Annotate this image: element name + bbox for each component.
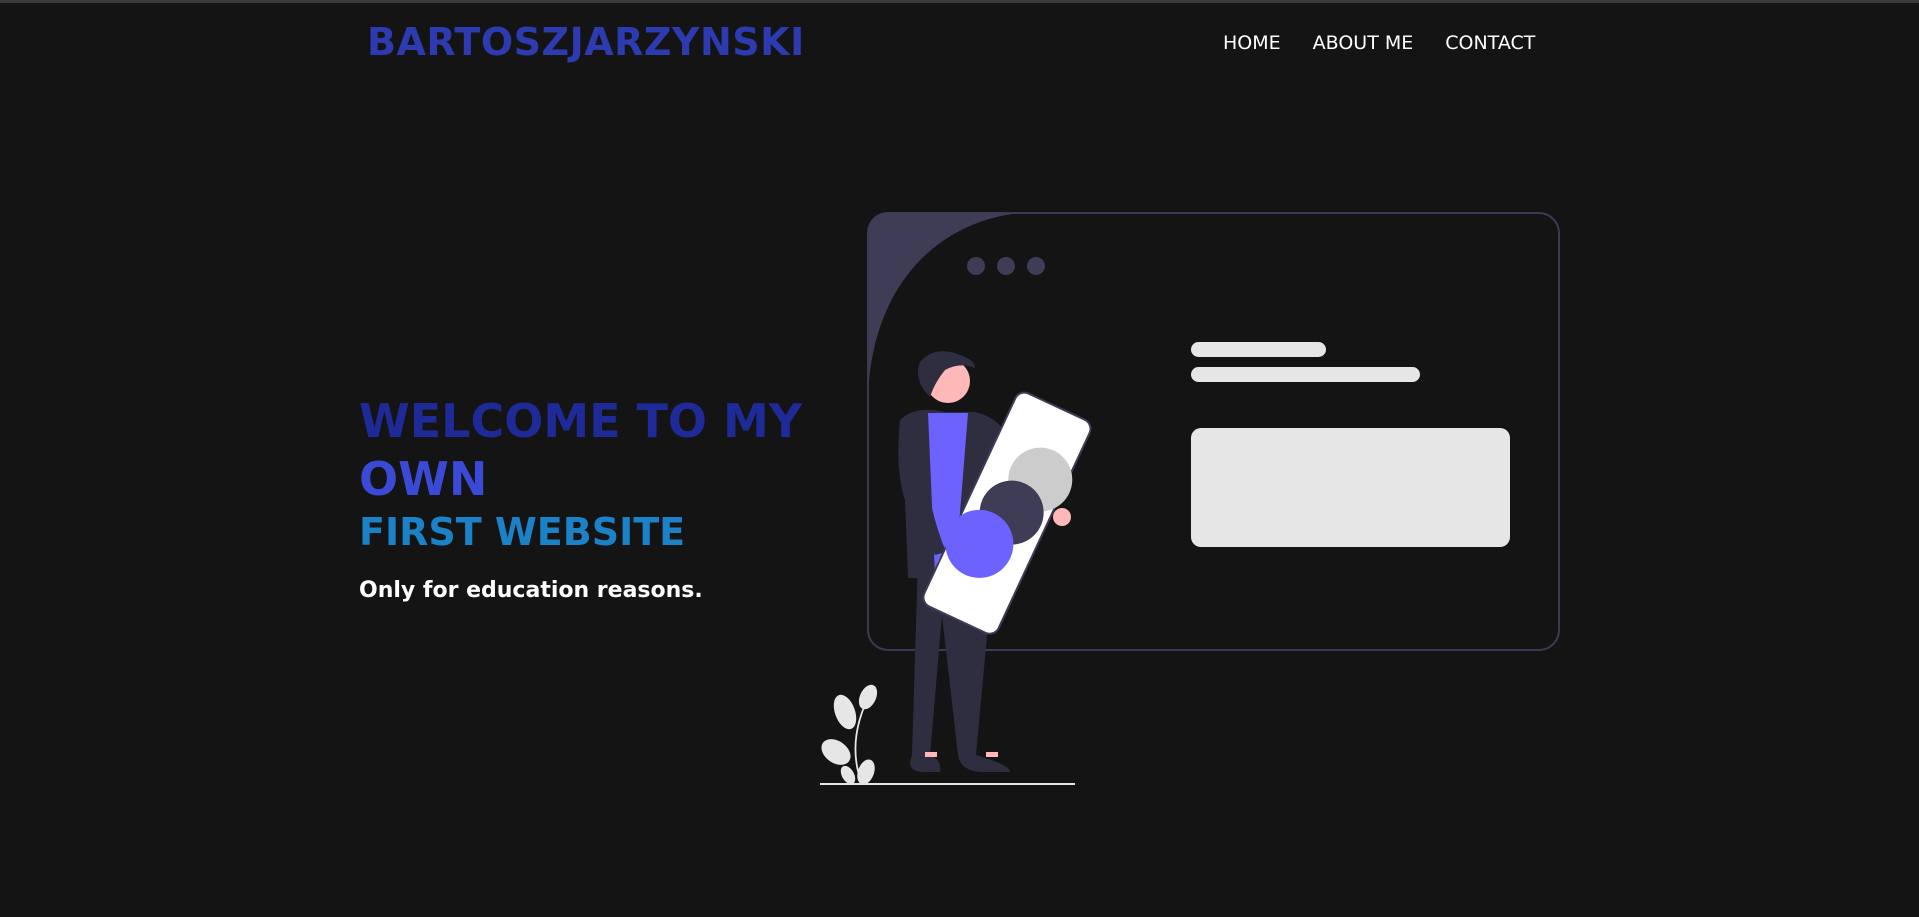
window-dot-icon: [967, 257, 985, 275]
plant-illustration: [821, 684, 878, 785]
window-dot-icon: [997, 257, 1015, 275]
window-dot-icon: [1027, 257, 1045, 275]
hero-illustration: [820, 212, 1560, 785]
